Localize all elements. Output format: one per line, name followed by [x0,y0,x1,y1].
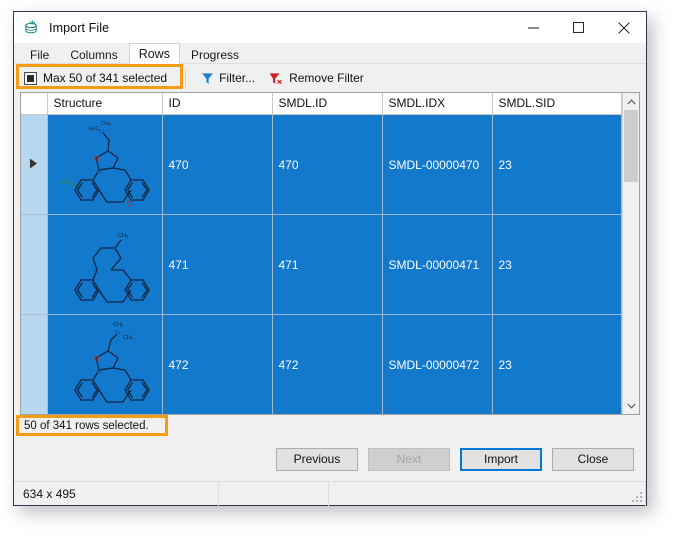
scroll-down-button[interactable] [623,397,639,414]
svg-text:H₃C: H₃C [89,126,99,132]
scroll-up-button[interactable] [623,93,639,110]
rows-grid: Structure ID SMDL.ID SMDL.IDX SMDL.SID [20,92,640,415]
import-button[interactable]: Import [460,448,542,471]
cell-smdl-id[interactable]: 470 [272,115,382,215]
svg-text:CH₃: CH₃ [113,322,123,328]
svg-text:N: N [97,368,102,375]
svg-text:N: N [99,129,104,136]
column-header-structure[interactable]: Structure [47,93,162,115]
window-title: Import File [49,21,511,35]
chemical-structure-471-icon: N N CH₃ [54,218,162,312]
resize-grip[interactable] [630,490,642,502]
svg-text:O: O [94,156,100,163]
scroll-thumb[interactable] [624,110,638,182]
rows-toolbar: Max 50 of 341 selected Filter... [14,64,646,92]
scroll-track[interactable] [623,110,639,397]
cell-smdl-sid[interactable]: 23 [492,315,622,415]
row-selector-header[interactable] [21,93,47,115]
svg-text:N: N [115,330,120,337]
grid-status-line: 50 of 341 rows selected. [14,415,646,437]
svg-text:O: O [127,201,133,208]
tab-file[interactable]: File [20,45,59,64]
chemical-structure-472-icon: O N N CH₃ CH₃ [54,318,162,412]
import-file-window: Import File File Columns Rows Progress [13,11,647,506]
grid-body: Structure ID SMDL.ID SMDL.IDX SMDL.SID [21,93,622,414]
row-selector[interactable] [21,315,47,415]
table-row[interactable]: O N N CH₃ CH₃ 472 472 SMDL-00000472 [21,315,622,415]
cell-smdl-idx[interactable]: SMDL-00000472 [382,315,492,415]
grid-scroll-area: Structure ID SMDL.ID SMDL.IDX SMDL.SID [21,93,639,414]
database-stack-icon [24,20,40,36]
chemical-structure-470-icon: O O N N H₃C CH₃ Cl [54,118,162,212]
chevron-up-icon [627,99,636,105]
cell-smdl-id[interactable]: 471 [272,215,382,315]
remove-filter-button[interactable]: Remove Filter [263,67,370,89]
row-selector[interactable] [21,215,47,315]
filter-label: Filter... [219,71,255,85]
column-header-smdl-sid[interactable]: SMDL.SID [492,93,622,115]
dialog-button-row: Previous Next Import Close [14,437,646,481]
chevron-down-icon [627,403,636,409]
close-button-dialog[interactable]: Close [552,448,634,471]
rows-selected-label: 50 of 341 rows selected. [20,418,155,434]
cell-smdl-sid[interactable]: 23 [492,115,622,215]
tab-strip: File Columns Rows Progress [14,43,646,64]
checkbox-indeterminate-icon [24,72,37,85]
window-controls [511,12,646,43]
svg-text:O: O [94,356,100,363]
structure-cell[interactable]: N N CH₃ [47,215,162,315]
cell-smdl-sid[interactable]: 23 [492,215,622,315]
maximize-button[interactable] [556,12,601,43]
grid-vertical-scrollbar[interactable] [622,93,639,414]
toolbar-separator [185,69,186,87]
cell-smdl-id[interactable]: 472 [272,315,382,415]
row-selector-current[interactable] [21,115,47,215]
structure-cell[interactable]: O N N CH₃ CH₃ [47,315,162,415]
table-row[interactable]: N N CH₃ 471 471 SMDL-00000471 23 [21,215,622,315]
svg-text:CH₃: CH₃ [123,335,133,341]
column-header-id[interactable]: ID [162,93,272,115]
remove-filter-label: Remove Filter [289,71,364,85]
structure-cell[interactable]: O O N N H₃C CH₃ Cl [47,115,162,215]
svg-text:CH₃: CH₃ [101,121,111,127]
next-button: Next [368,448,450,471]
max-selected-label: Max 50 of 341 selected [43,71,167,85]
current-row-arrow-icon [29,158,38,169]
tab-progress[interactable]: Progress [181,45,249,64]
previous-button[interactable]: Previous [276,448,358,471]
status-cell-2 [219,482,329,506]
cell-id[interactable]: 471 [162,215,272,315]
table-row[interactable]: O O N N H₃C CH₃ Cl [21,115,622,215]
cell-smdl-idx[interactable]: SMDL-00000470 [382,115,492,215]
funnel-remove-icon [269,72,284,85]
svg-text:Cl: Cl [61,179,68,186]
status-bar: 634 x 495 [14,481,646,505]
close-button[interactable] [601,12,646,43]
funnel-icon [201,72,214,85]
status-cell-3 [329,482,646,506]
column-header-smdl-id[interactable]: SMDL.ID [272,93,382,115]
cell-smdl-idx[interactable]: SMDL-00000471 [382,215,492,315]
column-header-smdl-idx[interactable]: SMDL.IDX [382,93,492,115]
filter-button[interactable]: Filter... [195,67,261,89]
minimize-button[interactable] [511,12,556,43]
svg-text:N: N [111,246,116,253]
table-header-row: Structure ID SMDL.ID SMDL.IDX SMDL.SID [21,93,622,115]
tab-columns[interactable]: Columns [60,45,127,64]
rows-table: Structure ID SMDL.ID SMDL.IDX SMDL.SID [21,93,622,414]
status-size: 634 x 495 [14,482,219,506]
cell-id[interactable]: 472 [162,315,272,415]
cell-id[interactable]: 470 [162,115,272,215]
title-bar: Import File [14,12,646,43]
max-selected-checkbox[interactable]: Max 50 of 341 selected [18,67,175,89]
tab-rows[interactable]: Rows [129,43,180,64]
svg-text:N: N [97,168,102,175]
svg-text:CH₃: CH₃ [118,233,128,239]
svg-text:N: N [93,269,98,276]
